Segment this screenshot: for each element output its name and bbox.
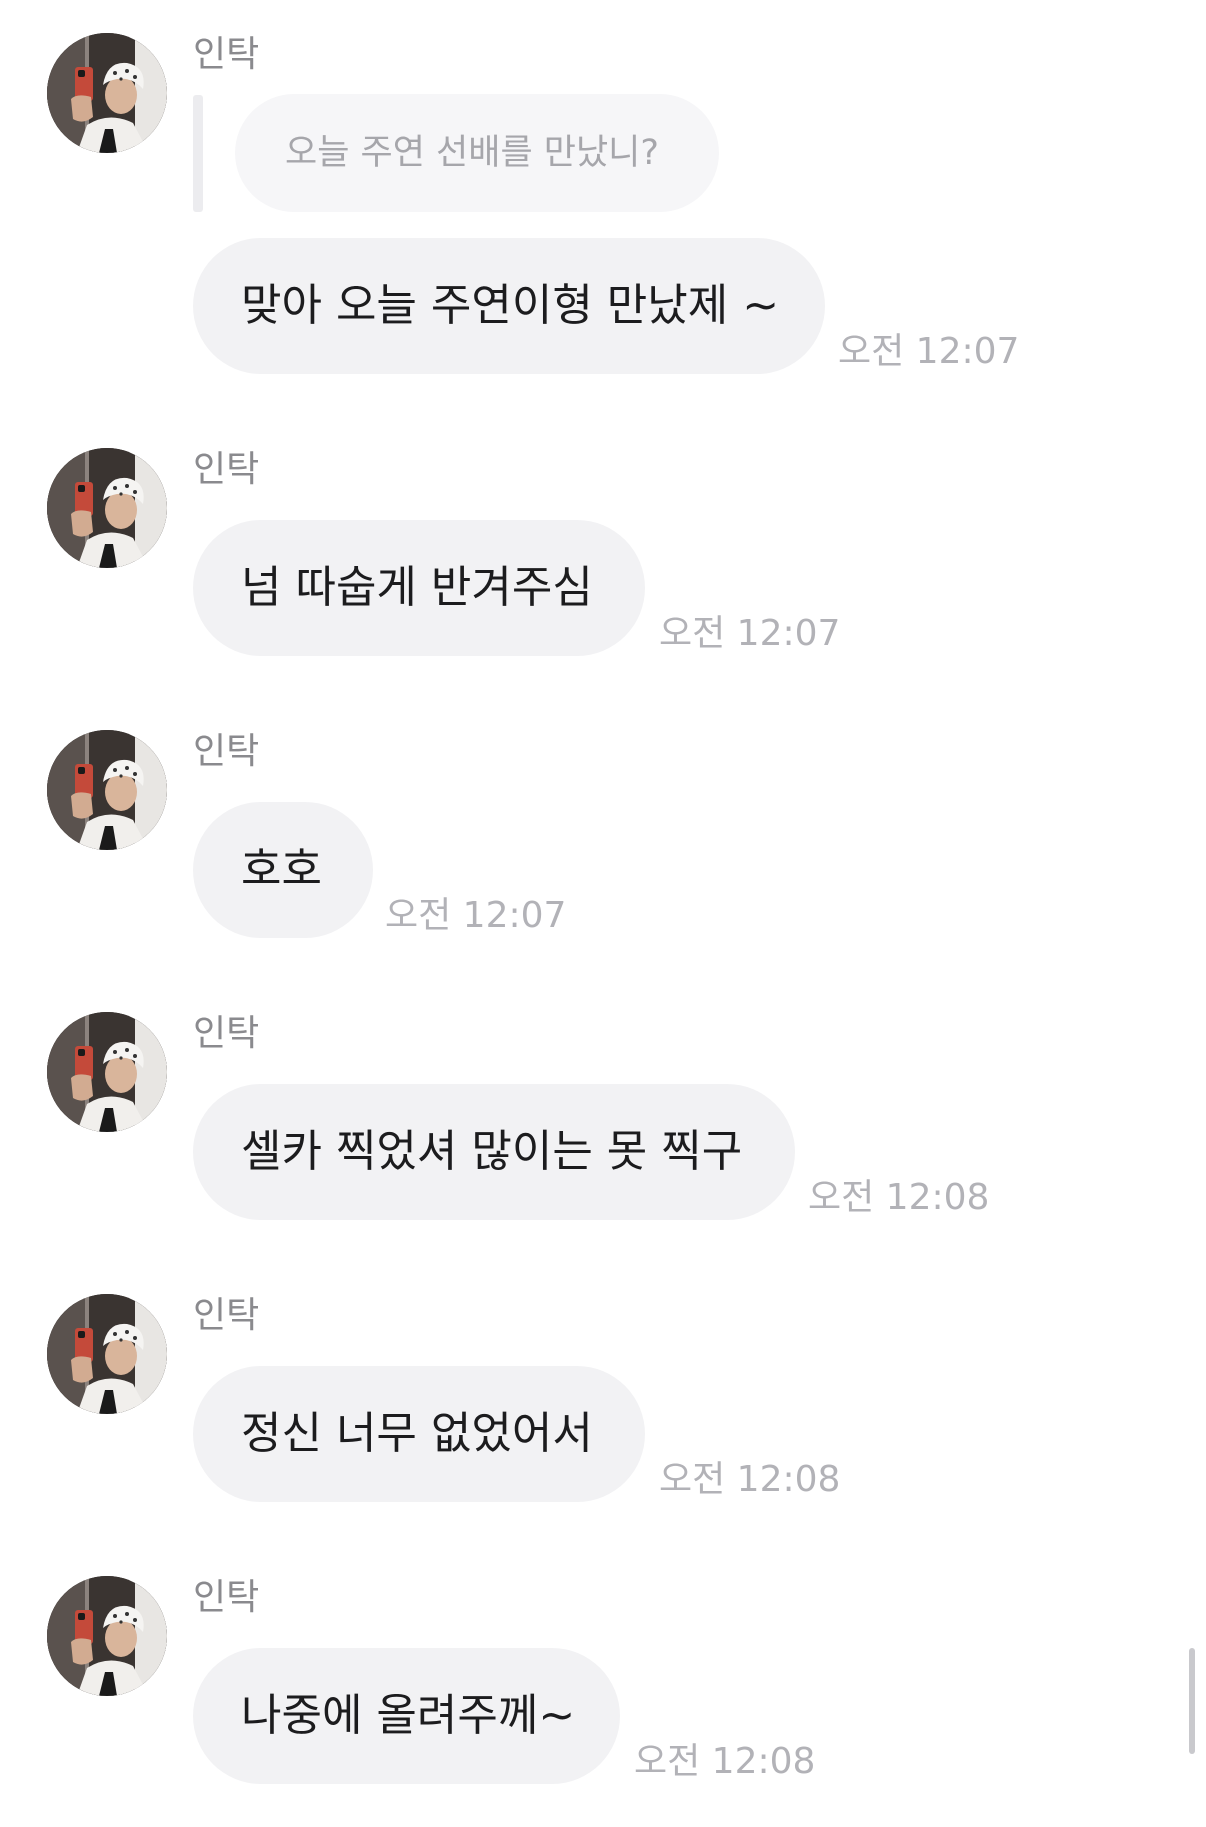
avatar[interactable] (47, 1294, 167, 1414)
avatar[interactable] (47, 1012, 167, 1132)
profile-photo-icon (47, 730, 167, 850)
message-time: 오전 12:08 (634, 1741, 816, 1782)
message-bubble[interactable]: 나중에 올려주께~ (193, 1648, 620, 1784)
avatar[interactable] (47, 448, 167, 568)
reply-quote-bar (193, 95, 203, 212)
profile-photo-icon (47, 448, 167, 568)
sender-name: 인탁 (193, 1577, 260, 1618)
sender-name: 인탁 (193, 1295, 260, 1336)
message-bubble[interactable]: 셀카 찍었셔 많이는 못 찍구 (193, 1084, 795, 1220)
message-time: 오전 12:08 (659, 1459, 841, 1500)
profile-photo-icon (47, 1294, 167, 1414)
avatar[interactable] (47, 730, 167, 850)
profile-photo-icon (47, 1012, 167, 1132)
chat-thread[interactable]: 인탁 오늘 주연 선배를 만났니? 맞아 오늘 주연이형 만났제 ~ 오전 12… (0, 0, 1206, 1827)
scrollbar[interactable] (1189, 1648, 1195, 1754)
message-bubble[interactable]: 넘 따숩게 반겨주심 (193, 520, 645, 656)
avatar[interactable] (47, 1576, 167, 1696)
message-time: 오전 12:07 (838, 331, 1020, 372)
sender-name: 인탁 (193, 449, 260, 490)
message-time: 오전 12:07 (385, 895, 567, 936)
profile-photo-icon (47, 33, 167, 153)
message-time: 오전 12:07 (659, 613, 841, 654)
sender-name: 인탁 (193, 731, 260, 772)
avatar[interactable] (47, 33, 167, 153)
sender-name: 인탁 (193, 1013, 260, 1054)
message-bubble[interactable]: 호호 (193, 802, 373, 938)
quoted-message[interactable]: 오늘 주연 선배를 만났니? (235, 94, 719, 212)
message-time: 오전 12:08 (808, 1177, 990, 1218)
message-bubble[interactable]: 정신 너무 없었어서 (193, 1366, 645, 1502)
sender-name: 인탁 (193, 34, 260, 75)
profile-photo-icon (47, 1576, 167, 1696)
message-bubble[interactable]: 맞아 오늘 주연이형 만났제 ~ (193, 238, 825, 374)
